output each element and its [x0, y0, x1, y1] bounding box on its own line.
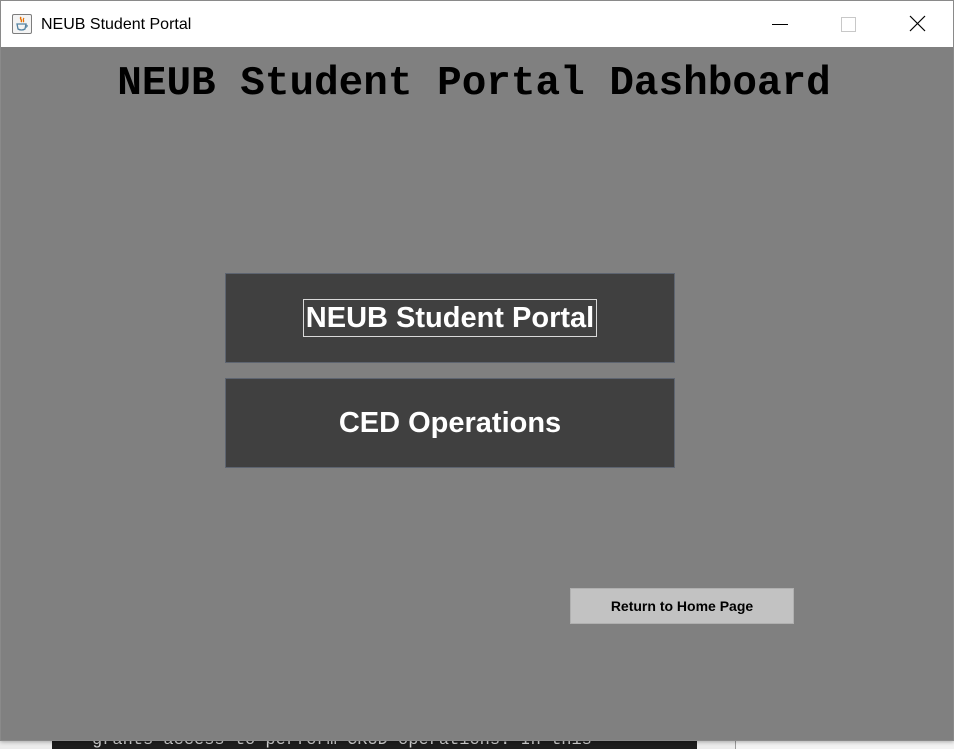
close-icon [909, 15, 926, 32]
window-title: NEUB Student Portal [41, 16, 192, 33]
ced-operations-button[interactable]: CED Operations [225, 378, 675, 468]
close-button[interactable] [895, 1, 941, 47]
title-bar[interactable]: NEUB Student Portal [1, 1, 953, 47]
return-home-button-label: Return to Home Page [610, 598, 754, 614]
maximize-icon [841, 17, 856, 32]
student-portal-button-label: NEUB Student Portal [302, 299, 598, 337]
dashboard-panel: NEUB Student Portal Dashboard NEUB Stude… [1, 47, 953, 740]
student-portal-button[interactable]: NEUB Student Portal [225, 273, 675, 363]
dashboard-heading: NEUB Student Portal Dashboard [117, 61, 831, 107]
java-coffee-icon [12, 14, 32, 34]
minimize-button[interactable] [757, 1, 803, 47]
maximize-button[interactable] [826, 1, 872, 47]
app-window: NEUB Student Portal NEUB Student Portal … [0, 0, 954, 741]
return-home-button[interactable]: Return to Home Page [570, 588, 794, 624]
minimize-icon [772, 24, 788, 25]
ced-operations-button-label: CED Operations [338, 406, 562, 439]
